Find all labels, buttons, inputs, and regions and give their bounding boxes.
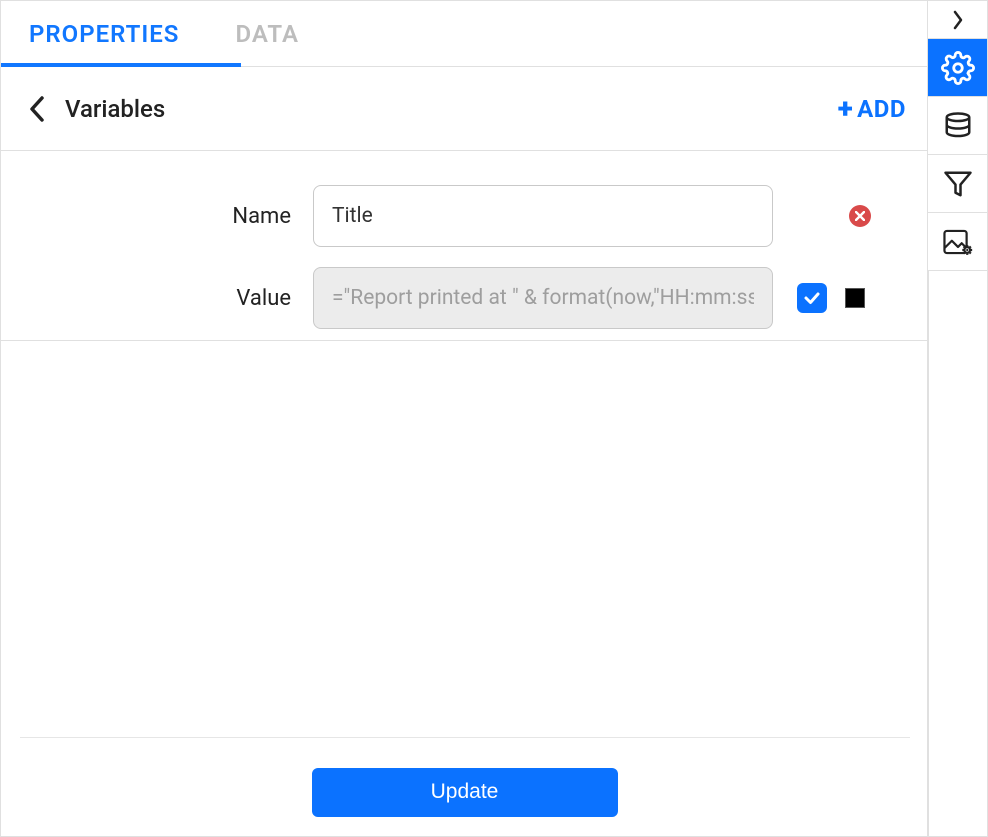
- name-input[interactable]: [313, 185, 773, 247]
- sidebar-item-database[interactable]: [928, 97, 987, 155]
- check-icon: [803, 289, 821, 307]
- value-input[interactable]: [313, 267, 773, 329]
- tab-properties[interactable]: PROPERTIES: [1, 1, 207, 66]
- image-settings-icon: [942, 227, 974, 257]
- close-icon: [855, 211, 865, 221]
- expand-panel-button[interactable]: [928, 1, 987, 39]
- value-expression-checkbox[interactable]: [797, 283, 827, 313]
- form-row-name: Name: [1, 175, 928, 257]
- sidebar-item-settings[interactable]: [928, 39, 987, 97]
- main-panel: PROPERTIES DATA Variables + ADD Name: [1, 1, 929, 837]
- delete-button[interactable]: [849, 205, 871, 227]
- color-swatch[interactable]: [845, 288, 865, 308]
- footer-divider: [20, 737, 910, 738]
- form-area: Name Value: [1, 151, 928, 341]
- back-button[interactable]: [23, 95, 51, 123]
- right-sidebar: [927, 1, 987, 837]
- plus-icon: +: [838, 95, 853, 123]
- chevron-left-icon: [29, 96, 45, 122]
- name-label: Name: [1, 204, 313, 229]
- tabs-bar: PROPERTIES DATA: [1, 1, 928, 67]
- value-label: Value: [1, 286, 313, 311]
- section-header: Variables + ADD: [1, 67, 928, 151]
- gear-icon: [941, 51, 975, 85]
- form-row-value: Value: [1, 257, 928, 339]
- database-icon: [943, 110, 973, 142]
- footer: Update: [1, 737, 928, 837]
- filter-icon: [943, 169, 973, 199]
- update-button[interactable]: Update: [312, 768, 618, 817]
- sidebar-item-filter[interactable]: [928, 155, 987, 213]
- section-title: Variables: [65, 95, 165, 123]
- add-label: ADD: [857, 95, 906, 123]
- tab-data[interactable]: DATA: [207, 1, 327, 66]
- chevron-right-icon: [952, 10, 964, 30]
- add-button[interactable]: + ADD: [838, 95, 906, 123]
- sidebar-item-image-settings[interactable]: [928, 213, 987, 271]
